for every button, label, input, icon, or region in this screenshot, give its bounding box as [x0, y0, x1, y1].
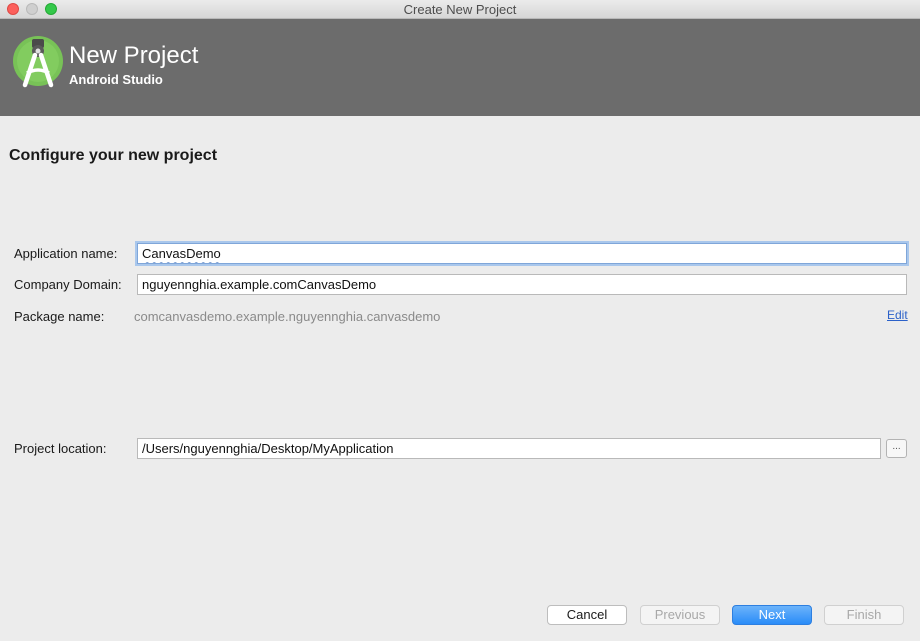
- window-titlebar: Create New Project: [0, 0, 920, 19]
- company-domain-label: Company Domain:: [14, 277, 122, 292]
- page-title: Configure your new project: [9, 147, 218, 164]
- browse-location-button[interactable]: ...: [886, 439, 907, 458]
- previous-button[interactable]: Previous: [640, 605, 720, 625]
- edit-package-link[interactable]: Edit: [887, 308, 908, 322]
- company-domain-input[interactable]: nguyennghia.example.comCanvasDemo: [137, 274, 907, 295]
- banner-title: New Project: [69, 42, 199, 69]
- android-studio-icon: [13, 36, 63, 88]
- project-location-input[interactable]: /Users/nguyennghia/Desktop/MyApplication: [137, 438, 881, 459]
- package-name-label: Package name:: [14, 309, 105, 324]
- window-title: Create New Project: [403, 2, 517, 17]
- project-location-label: Project location:: [14, 441, 107, 456]
- app-name-value: CanvasDemo: [142, 246, 221, 261]
- app-name-label: Application name:: [14, 246, 118, 261]
- banner-subtitle: Android Studio: [69, 72, 163, 87]
- finish-button[interactable]: Finish: [824, 605, 904, 625]
- project-location-value: /Users/nguyennghia/Desktop/MyApplication: [142, 441, 394, 456]
- header-banner: New Project Android Studio: [0, 19, 920, 116]
- next-button[interactable]: Next: [732, 605, 812, 625]
- app-name-input[interactable]: CanvasDemo: [137, 243, 907, 264]
- package-name-value: comcanvasdemo.example.nguyennghia.canvas…: [134, 309, 441, 324]
- cancel-button[interactable]: Cancel: [547, 605, 627, 625]
- company-domain-value: nguyennghia.example.comCanvasDemo: [142, 277, 377, 292]
